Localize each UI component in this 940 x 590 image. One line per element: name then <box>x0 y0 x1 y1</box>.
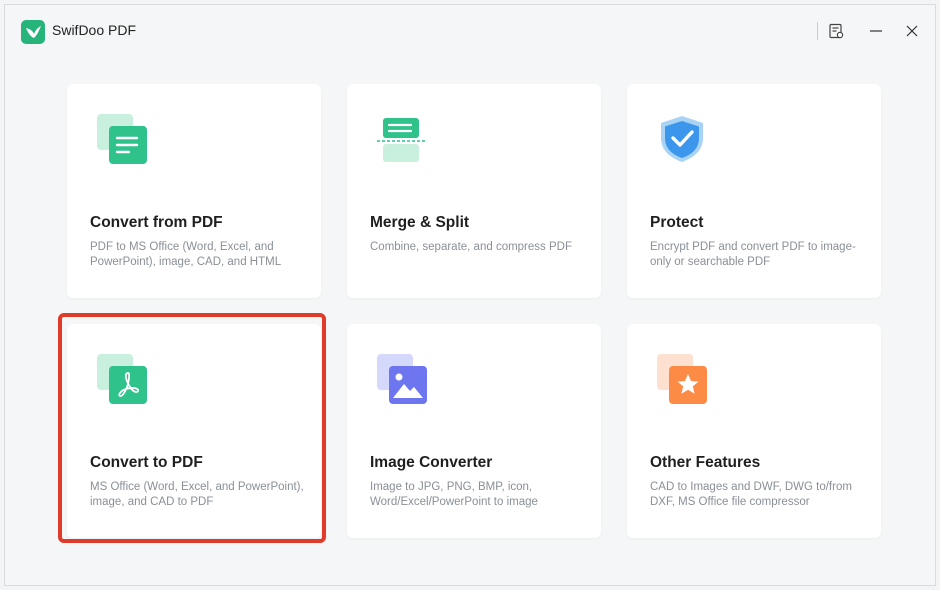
card-description: Image to JPG, PNG, BMP, icon, Word/Excel… <box>370 481 538 508</box>
star-icon <box>657 354 707 404</box>
image-icon <box>377 354 427 404</box>
titlebar-divider <box>817 22 818 40</box>
card-protect[interactable]: Protect Encrypt PDF and convert PDF to i… <box>627 84 881 298</box>
card-image-converter[interactable]: Image Converter Image to JPG, PNG, BMP, … <box>347 324 601 538</box>
feedback-button[interactable] <box>824 19 848 43</box>
card-title: Other Features <box>650 454 761 471</box>
swift-bird-icon <box>21 20 45 44</box>
document-lines-icon <box>97 114 147 164</box>
card-description: CAD to Images and DWF, DWG to/from DXF, … <box>650 481 852 508</box>
card-convert-from-pdf[interactable]: Convert from PDF PDF to MS Office (Word,… <box>67 84 321 298</box>
card-title: Protect <box>650 214 704 231</box>
card-title: Convert from PDF <box>90 214 223 231</box>
card-description: MS Office (Word, Excel, and PowerPoint),… <box>90 481 304 508</box>
minimize-button[interactable] <box>864 19 888 43</box>
card-description: Combine, separate, and compress PDF <box>370 241 572 253</box>
card-merge-split[interactable]: Merge & Split Combine, separate, and com… <box>347 84 601 298</box>
close-button[interactable] <box>900 19 924 43</box>
close-icon <box>906 25 918 37</box>
pdf-symbol-icon <box>97 354 147 404</box>
card-title: Convert to PDF <box>90 454 203 471</box>
feedback-icon <box>829 23 844 39</box>
card-description: Encrypt PDF and convert PDF to image-onl… <box>650 241 856 268</box>
card-title: Image Converter <box>370 454 493 471</box>
app-window: SwifDoo PDF Convert from PDF PDF to MS O… <box>4 4 936 586</box>
app-title: SwifDoo PDF <box>52 22 137 38</box>
title-bar: SwifDoo PDF <box>5 5 935 57</box>
merge-split-icon <box>377 114 427 164</box>
card-convert-to-pdf[interactable]: Convert to PDF MS Office (Word, Excel, a… <box>67 324 321 538</box>
shield-check-icon <box>657 114 707 164</box>
card-description: PDF to MS Office (Word, Excel, and Power… <box>90 241 282 268</box>
minimize-icon <box>870 30 882 32</box>
card-other-features[interactable]: Other Features CAD to Images and DWF, DW… <box>627 324 881 538</box>
card-title: Merge & Split <box>370 214 470 231</box>
